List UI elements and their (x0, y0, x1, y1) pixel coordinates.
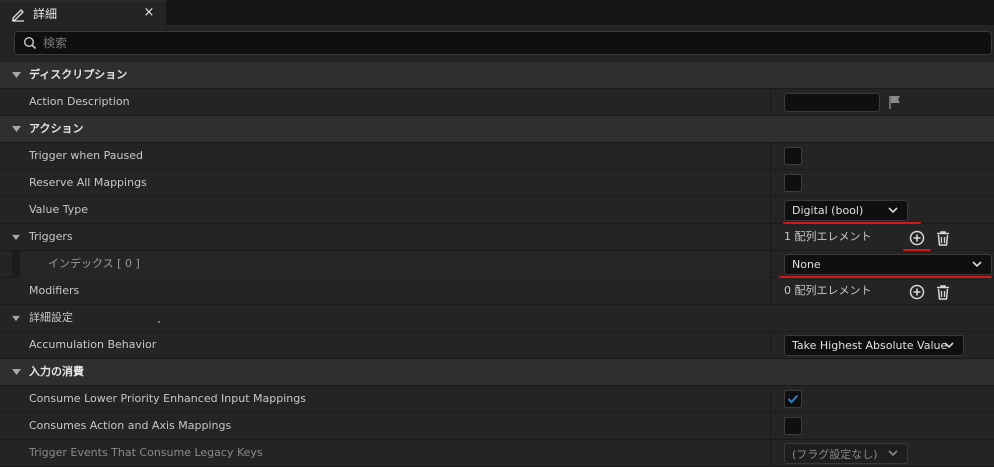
property-label: Modifiers (29, 284, 80, 297)
property-action-description: Action Description (0, 89, 994, 116)
chevron-down-icon (944, 342, 954, 349)
title-bar: 詳細 × (0, 0, 994, 25)
consumes-action-axis-checkbox[interactable] (784, 417, 802, 435)
flag-icon[interactable] (887, 94, 903, 110)
chevron-down-icon (888, 450, 898, 457)
chevron-down-icon (972, 261, 982, 268)
property-label: Trigger Events That Consume Legacy Keys (29, 446, 263, 459)
property-label: Triggers (29, 230, 73, 243)
property-label: Trigger when Paused (29, 149, 143, 162)
property-triggers: Triggers 1 配列エレメント (0, 224, 994, 251)
search-input[interactable] (43, 36, 943, 50)
trash-icon[interactable] (935, 230, 951, 246)
property-accumulation-behavior: Accumulation Behavior Take Highest Absol… (0, 332, 994, 359)
chevron-down-icon[interactable] (12, 368, 21, 376)
dropdown-value: (フラグ設定なし) (792, 447, 878, 461)
column-splitter[interactable] (770, 251, 771, 278)
chevron-down-icon[interactable] (12, 125, 21, 133)
property-label: Value Type (29, 203, 88, 216)
property-consume-lower-priority: Consume Lower Priority Enhanced Input Ma… (0, 386, 994, 413)
column-splitter[interactable] (770, 413, 771, 440)
chevron-down-icon[interactable] (12, 71, 21, 79)
column-splitter[interactable] (770, 89, 771, 116)
trigger-events-dropdown[interactable]: (フラグ設定なし) (784, 443, 908, 464)
category-label: アクション (29, 122, 84, 135)
category-label: ディスクリプション (29, 68, 128, 81)
column-splitter[interactable] (770, 143, 771, 170)
trigger-class-dropdown[interactable]: None (784, 254, 992, 275)
accumulation-behavior-dropdown[interactable]: Take Highest Absolute Value (784, 335, 964, 356)
indent-guide (12, 251, 20, 278)
property-modifiers: Modifiers 0 配列エレメント (0, 278, 994, 305)
array-count: 1 配列エレメント (784, 230, 872, 243)
pencil-icon (12, 8, 24, 22)
property-label: Action Description (29, 95, 130, 108)
property-reserve-all-mappings: Reserve All Mappings (0, 170, 994, 197)
column-splitter[interactable] (770, 224, 771, 251)
property-trigger-when-paused: Trigger when Paused (0, 143, 994, 170)
column-splitter[interactable] (770, 386, 771, 413)
checkmark-icon (787, 394, 799, 404)
category-consume-input[interactable]: 入力の消費 (0, 359, 994, 386)
category-description[interactable]: ディスクリプション (0, 62, 994, 89)
chevron-down-icon[interactable] (12, 315, 20, 322)
column-splitter[interactable] (770, 278, 771, 305)
dropdown-value: None (792, 258, 821, 271)
close-icon[interactable]: × (142, 5, 156, 21)
tab-details[interactable]: 詳細 × (0, 0, 166, 25)
chevron-down-icon[interactable] (12, 234, 20, 241)
action-description-input[interactable] (784, 93, 880, 112)
consume-lower-priority-checkbox[interactable] (784, 390, 802, 408)
trash-icon[interactable] (935, 284, 951, 300)
trigger-when-paused-checkbox[interactable] (784, 147, 802, 165)
column-splitter[interactable] (770, 197, 771, 224)
array-count: 0 配列エレメント (784, 284, 872, 297)
dropdown-value: Take Highest Absolute Value (792, 339, 948, 352)
property-value-type: Value Type Digital (bool) (0, 197, 994, 224)
property-trigger-index-0: インデックス [ 0 ] None (0, 251, 994, 278)
reserve-all-mappings-checkbox[interactable] (784, 174, 802, 192)
column-splitter[interactable] (770, 170, 771, 197)
dropdown-value: Digital (bool) (792, 204, 864, 217)
category-action[interactable]: アクション (0, 116, 994, 143)
property-label: Consumes Action and Axis Mappings (29, 419, 232, 432)
search-icon (23, 36, 37, 50)
property-label: Accumulation Behavior (29, 338, 157, 351)
category-label: 詳細設定 (29, 311, 73, 324)
category-label: 入力の消費 (29, 365, 84, 378)
property-label: Consume Lower Priority Enhanced Input Ma… (29, 392, 306, 405)
category-advanced[interactable]: 詳細設定 (0, 305, 994, 332)
details-panel: ディスクリプション Action Description アクション Trigg… (0, 62, 994, 467)
stray-dot (158, 321, 160, 323)
property-label: インデックス [ 0 ] (48, 257, 140, 270)
value-type-dropdown[interactable]: Digital (bool) (784, 200, 908, 221)
add-element-icon[interactable] (909, 230, 925, 246)
property-trigger-events-legacy: Trigger Events That Consume Legacy Keys … (0, 440, 994, 467)
column-splitter[interactable] (770, 440, 771, 467)
search-box[interactable] (14, 31, 992, 55)
column-splitter[interactable] (770, 332, 771, 359)
tab-title: 詳細 (33, 7, 58, 21)
chevron-down-icon (888, 207, 898, 214)
property-label: Reserve All Mappings (29, 176, 147, 189)
search-toolbar (0, 25, 994, 62)
add-element-icon[interactable] (909, 284, 925, 300)
property-consumes-action-axis: Consumes Action and Axis Mappings (0, 413, 994, 440)
